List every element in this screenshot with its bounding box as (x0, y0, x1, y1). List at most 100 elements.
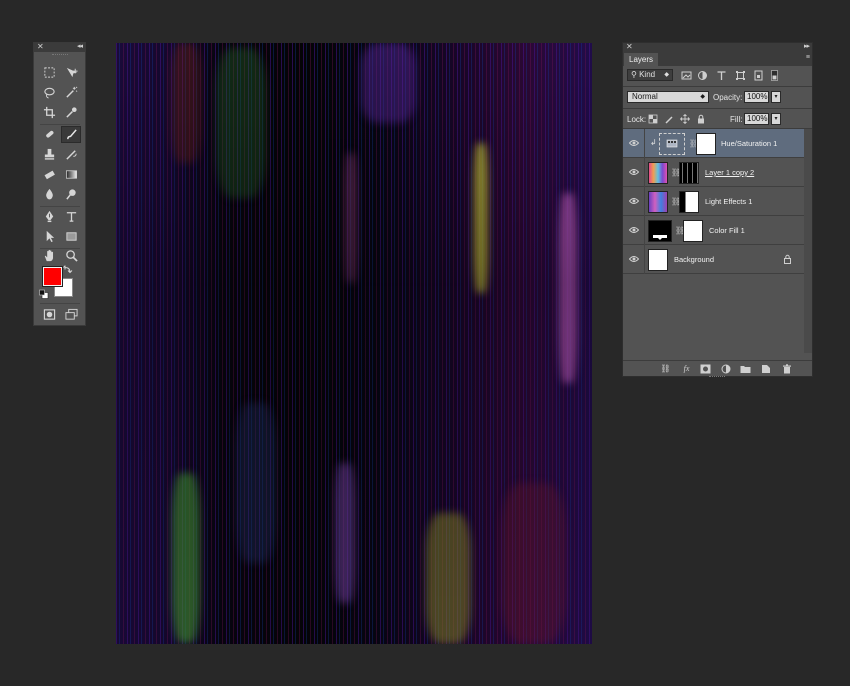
layer-row-color-fill-1[interactable]: ⛓ Color Fill 1 (623, 216, 804, 245)
layer-mask-thumbnail[interactable] (696, 133, 716, 155)
layer-row-background[interactable]: Background (623, 245, 804, 274)
close-icon[interactable]: ✕ (626, 42, 633, 51)
layer-thumbnail[interactable] (648, 249, 668, 271)
layer-name[interactable]: Hue/Saturation 1 (721, 139, 777, 148)
fx-icon[interactable]: fx (681, 364, 692, 374)
add-mask-icon[interactable] (700, 364, 711, 374)
eraser-tool-icon[interactable] (39, 166, 59, 183)
path-selection-tool-icon[interactable] (39, 228, 59, 245)
close-icon[interactable]: ✕ (37, 42, 44, 51)
visibility-eye-icon[interactable] (628, 226, 640, 234)
layer-name[interactable]: Layer 1 copy 2 (705, 168, 754, 177)
visibility-eye-icon[interactable] (628, 168, 640, 176)
opacity-input[interactable]: 100% (744, 91, 769, 103)
panel-resize-grip[interactable] (709, 376, 725, 379)
tools-panel: ✕ ◂◂ (33, 42, 86, 326)
magic-wand-tool-icon[interactable] (61, 84, 81, 101)
layer-name[interactable]: Color Fill 1 (709, 226, 745, 235)
gradient-tool-icon[interactable] (61, 166, 81, 183)
brush-tool-icon[interactable] (61, 126, 81, 143)
type-layer-filter-icon[interactable] (716, 70, 727, 81)
layer-name[interactable]: Light Effects 1 (705, 197, 752, 206)
history-brush-tool-icon[interactable] (61, 146, 81, 163)
move-tool-icon[interactable] (61, 64, 81, 81)
filter-kind-label: Kind (639, 70, 656, 79)
blend-mode-value: Normal (632, 92, 658, 101)
adjustment-thumbnail[interactable] (659, 133, 685, 155)
delete-layer-trash-icon[interactable] (781, 364, 792, 374)
visibility-eye-icon[interactable] (628, 255, 640, 263)
layers-scrollbar[interactable] (804, 129, 812, 353)
panel-tab-row: Layers ≡ (623, 52, 812, 66)
hand-tool-icon[interactable] (39, 247, 59, 264)
search-icon: ⚲ (631, 70, 640, 79)
layers-panel-header: ✕ ▸▸ (623, 42, 812, 52)
layers-bottom-toolbar: ⛓ fx (623, 360, 812, 379)
quick-mask-icon[interactable] (39, 306, 59, 323)
clone-stamp-tool-icon[interactable] (39, 146, 59, 163)
blend-mode-select[interactable]: Normal ◆ (627, 91, 709, 103)
document-canvas[interactable] (116, 43, 592, 644)
lock-position-icon[interactable] (680, 114, 690, 124)
tools-panel-header: ✕ ◂◂ (34, 42, 85, 52)
lock-icon (783, 254, 792, 264)
layer-row-hue-saturation[interactable]: ↲ ⛓ Hue/Saturation 1 (623, 129, 804, 158)
mask-link-icon[interactable]: ⛓ (689, 139, 699, 149)
layer-mask-thumbnail[interactable] (679, 162, 699, 184)
lock-transparent-pixels-icon[interactable] (648, 114, 658, 124)
tab-layers[interactable]: Layers (624, 53, 659, 66)
foreground-color-swatch[interactable] (42, 266, 63, 287)
blur-tool-icon[interactable] (39, 186, 59, 203)
lock-label: Lock: (627, 115, 647, 124)
fill-label: Fill: (730, 115, 743, 124)
new-layer-icon[interactable] (760, 364, 771, 374)
pixel-layer-filter-icon[interactable] (681, 70, 692, 81)
layer-row-layer-1-copy-2[interactable]: ⛓ Layer 1 copy 2 (623, 158, 804, 187)
mask-link-icon[interactable]: ⛓ (671, 168, 681, 178)
layer-filter-select[interactable]: ⚲ Kind ◆ (627, 69, 673, 81)
lock-image-pixels-icon[interactable] (664, 114, 674, 124)
fill-dropdown-icon[interactable]: ▾ (771, 113, 781, 125)
opacity-dropdown-icon[interactable]: ▾ (771, 91, 781, 103)
lasso-tool-icon[interactable] (39, 84, 59, 101)
panel-grip[interactable] (34, 52, 85, 57)
panel-menu-icon[interactable]: ≡ (806, 54, 810, 61)
new-adjustment-layer-icon[interactable] (720, 364, 731, 374)
visibility-eye-icon[interactable] (628, 197, 640, 205)
mask-link-icon[interactable]: ⛓ (675, 226, 685, 236)
mask-link-icon[interactable]: ⛓ (671, 197, 681, 207)
screen-mode-icon[interactable] (61, 306, 81, 323)
swap-colors-icon[interactable] (63, 264, 73, 274)
fill-thumbnail[interactable] (648, 220, 672, 242)
pen-tool-icon[interactable] (39, 208, 59, 225)
layer-mask-thumbnail[interactable] (679, 191, 699, 213)
rectangle-tool-icon[interactable] (61, 228, 81, 245)
layer-thumbnail[interactable] (648, 162, 668, 184)
dodge-tool-icon[interactable] (61, 186, 81, 203)
rectangular-marquee-tool-icon[interactable] (39, 64, 59, 81)
fill-input[interactable]: 100% (744, 113, 769, 125)
opacity-label: Opacity: (713, 93, 743, 102)
clipping-arrow-icon: ↲ (650, 138, 657, 147)
layers-panel: ✕ ▸▸ Layers ≡ ⚲ Kind ◆ Normal ◆ Opacity: 1… (622, 42, 813, 377)
layer-row-light-effects-1[interactable]: ⛓ Light Effects 1 (623, 187, 804, 216)
layer-name[interactable]: Background (674, 255, 714, 264)
visibility-eye-icon[interactable] (628, 139, 640, 147)
type-tool-icon[interactable] (61, 208, 81, 225)
layer-mask-thumbnail[interactable] (683, 220, 703, 242)
link-layers-icon[interactable]: ⛓ (660, 364, 671, 374)
eyedropper-tool-icon[interactable] (61, 104, 81, 121)
healing-brush-tool-icon[interactable] (39, 126, 59, 143)
zoom-tool-icon[interactable] (61, 247, 81, 264)
collapse-icon[interactable]: ◂◂ (77, 42, 83, 50)
lock-all-icon[interactable] (696, 114, 706, 124)
filter-toggle-icon[interactable] (771, 70, 778, 81)
collapse-icon[interactable]: ▸▸ (804, 42, 810, 50)
crop-tool-icon[interactable] (39, 104, 59, 121)
layer-thumbnail[interactable] (648, 191, 668, 213)
adjustment-layer-filter-icon[interactable] (697, 70, 708, 81)
shape-layer-filter-icon[interactable] (735, 70, 746, 81)
default-colors-icon[interactable] (39, 289, 49, 299)
new-group-folder-icon[interactable] (740, 364, 751, 374)
smart-object-filter-icon[interactable] (753, 70, 764, 81)
